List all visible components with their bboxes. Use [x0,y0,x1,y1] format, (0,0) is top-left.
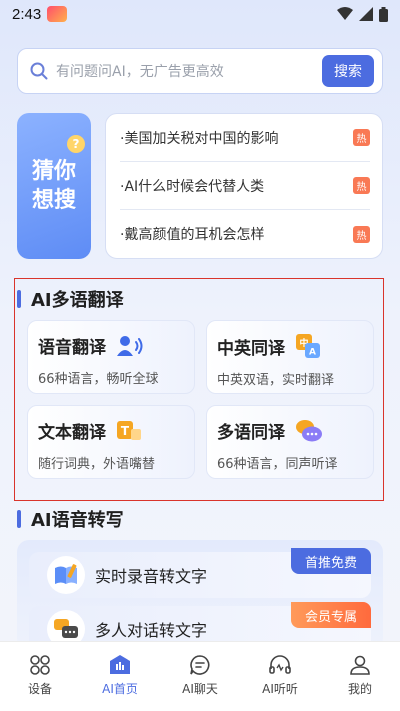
card-title: 语音翻译 [38,338,106,358]
card-title: 文本翻译 [38,423,106,443]
nav-tab-ai-chat[interactable]: AI聊天 [160,642,240,711]
nav-label: 设备 [27,682,52,696]
section-title-text: AI语音转写 [31,510,124,531]
transcribe-section-title: AI语音转写 [17,506,124,532]
status-bar: 2:43 [0,0,400,28]
transcribe-panel: 实时录音转文字 首推免费 多人对话转文字 会员专属 [17,540,383,650]
hot-badge: 热 [353,129,370,146]
headphones-icon [269,655,291,674]
chat-icon [190,655,210,675]
text-translate-icon: T [116,420,142,442]
search-bar[interactable]: 有问题问AI，无广告更高效 搜索 [17,48,383,94]
chinese-english-translate-card[interactable]: 中英同译 中 A 中英双语，实时翻译 [206,320,374,394]
search-button[interactable]: 搜索 [322,55,374,87]
free-badge: 首推免费 [290,548,371,574]
battery-icon [379,6,388,22]
item-label: 实时录音转文字 [95,567,208,586]
nav-label: AI聊天 [182,682,218,696]
hot-search-list: ·美国加关税对中国的影响 热 ·AI什么时候会代替人类 热 ·戴高颜值的耳机会怎… [105,113,383,259]
wifi-icon [337,7,353,20]
status-icons [337,6,388,22]
ai-home-icon [110,655,130,674]
profile-icon [350,655,370,675]
guess-you-search-card[interactable]: 猜你 想搜 ? [17,113,91,259]
search-input[interactable]: 有问题问AI，无广告更高效 [56,61,322,81]
guess-line-1: 猜你 [31,159,76,184]
hot-badge: 热 [353,177,370,194]
translate-section-title: AI多语翻译 [17,286,124,312]
nav-tab-devices[interactable]: 设备 [0,642,80,711]
devices-grid-icon [30,655,50,675]
nav-label: AI听听 [262,682,298,696]
hot-search-text: ·美国加关税对中国的影响 [120,130,279,147]
card-subtitle: 中英双语，实时翻译 [217,373,335,388]
book-pen-icon [47,556,85,594]
search-icon [30,62,48,80]
voice-translate-card[interactable]: 语音翻译 66种语言，畅听全球 [27,320,195,394]
chinese-english-icon: 中 A [295,333,321,359]
card-subtitle: 66种语言，同声听译 [217,457,338,472]
card-title: 多语同译 [217,423,285,443]
card-subtitle: 66种语言，畅听全球 [38,372,159,387]
chat-bubbles-icon [295,419,323,443]
svg-text:T: T [121,424,130,438]
bottom-nav: 设备 AI首页 AI聊天 AI听听 我的 [0,641,400,711]
hot-search-item[interactable]: ·美国加关税对中国的影响 热 [120,114,370,162]
signal-icon [359,7,373,21]
hot-search-text: ·戴高颜值的耳机会怎样 [120,227,265,243]
nav-label: 我的 [347,682,372,696]
question-mark-icon: ? [67,135,85,153]
guess-line-2: 想搜 [31,188,76,213]
svg-text:A: A [309,348,316,358]
hot-search-item[interactable]: ·戴高颜值的耳机会怎样 热 [120,210,370,258]
item-label: 多人对话转文字 [95,621,208,640]
nav-tab-profile[interactable]: 我的 [320,642,400,711]
hot-badge: 热 [353,225,370,243]
nav-tab-ai-home[interactable]: AI首页 [80,642,160,711]
status-time: 2:43 [12,5,42,23]
nav-label: AI首页 [102,682,138,696]
hot-search-text: ·AI什么时候会代替人类 [120,178,265,195]
card-subtitle: 随行词典，外语嘴替 [38,457,156,472]
voice-speaker-icon [116,334,144,358]
app-notification-icon [47,6,68,22]
card-title: 中英同译 [217,338,285,359]
nav-tab-ai-listen[interactable]: AI听听 [240,642,320,711]
vip-badge: 会员专属 [290,602,371,628]
multi-language-translate-card[interactable]: 多语同译 66种语言，同声听译 [206,405,374,479]
section-accent-bar [17,290,21,308]
realtime-record-item[interactable]: 实时录音转文字 首推免费 [29,548,371,598]
section-accent-bar [17,510,21,528]
text-translate-card[interactable]: 文本翻译 T 随行词典，外语嘴替 [27,405,195,479]
section-title-text: AI多语翻译 [31,290,124,311]
hot-search-item[interactable]: ·AI什么时候会代替人类 热 [120,162,370,210]
